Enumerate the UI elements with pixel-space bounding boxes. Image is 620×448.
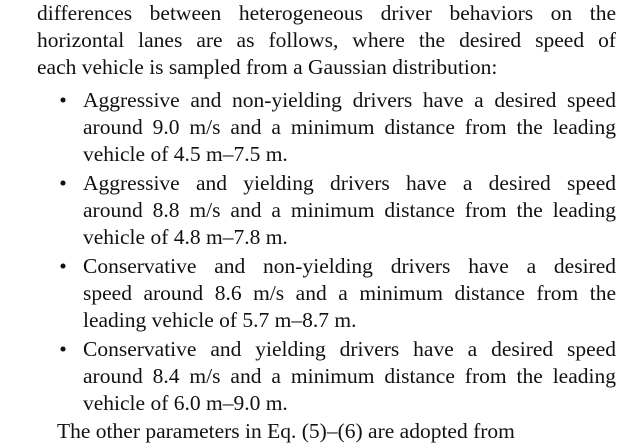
intro-line-2: horizontal lanes are as follows, where t… bbox=[37, 28, 616, 52]
paper-page: differences between heterogeneous driver… bbox=[0, 0, 620, 443]
bullet-dot-icon: • bbox=[59, 171, 67, 195]
intro-line-1: differences between heterogeneous driver… bbox=[37, 1, 616, 25]
bullet-dot-icon: • bbox=[59, 254, 67, 278]
bullet-3-line-2: speed around 8.6 m/s and a minimum dista… bbox=[83, 281, 616, 305]
bullet-1-line-3: vehicle of 4.5 m–7.5 m. bbox=[83, 142, 288, 166]
bullet-dot-icon: • bbox=[59, 337, 67, 361]
bullet-1-line-2: around 9.0 m/s and a minimum distance fr… bbox=[83, 115, 616, 139]
bullet-3-line-3: leading vehicle of 5.7 m–8.7 m. bbox=[83, 308, 357, 332]
next-paragraph-partial: The other parameters in Eq. (5)–(6) are … bbox=[57, 419, 515, 443]
bullet-2-line-1: Aggressive and yielding drivers have a d… bbox=[83, 171, 616, 195]
bullet-4-line-1: Conservative and yielding drivers have a… bbox=[83, 337, 616, 361]
bullet-2-line-2: around 8.8 m/s and a minimum distance fr… bbox=[83, 198, 616, 222]
bullet-1-line-1: Aggressive and non-yielding drivers have… bbox=[83, 88, 616, 112]
bullet-dot-icon: • bbox=[59, 88, 67, 112]
bullet-3-line-1: Conservative and non-yielding drivers ha… bbox=[83, 254, 616, 278]
bullet-4-line-2: around 8.4 m/s and a minimum distance fr… bbox=[83, 364, 616, 388]
intro-line-3: each vehicle is sampled from a Gaussian … bbox=[37, 55, 498, 79]
bullet-4-line-3: vehicle of 6.0 m–9.0 m. bbox=[83, 391, 288, 415]
bullet-2-line-3: vehicle of 4.8 m–7.8 m. bbox=[83, 225, 288, 249]
